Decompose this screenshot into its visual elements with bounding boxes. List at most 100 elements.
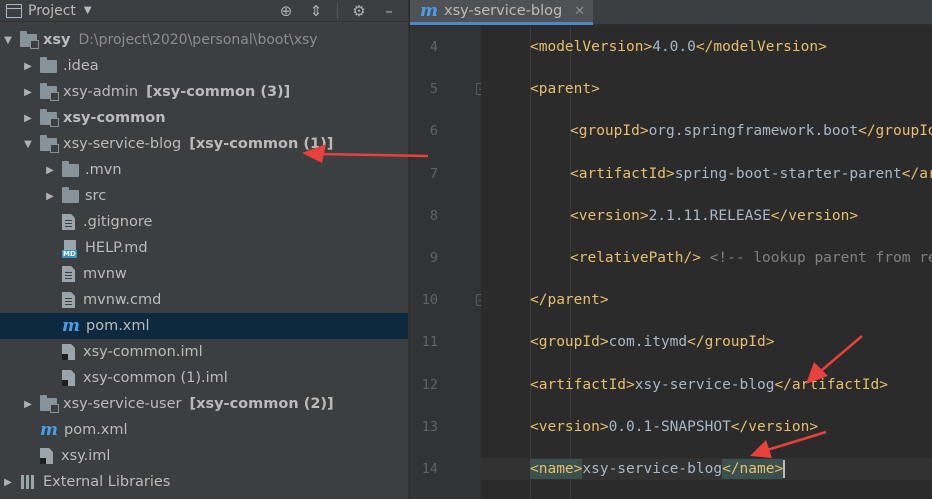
expand-right-icon[interactable]: ▶ bbox=[22, 113, 34, 124]
tree-item-label: src bbox=[85, 188, 107, 204]
expand-right-icon[interactable]: ▶ bbox=[2, 477, 14, 488]
toolbar-divider bbox=[337, 3, 338, 19]
iml-icon bbox=[62, 370, 75, 386]
code-area[interactable]: <modelVersion>4.0.0</modelVersion> <paren… bbox=[481, 26, 932, 499]
line-number: 11 bbox=[421, 334, 438, 351]
tree-item[interactable]: ▶ .idea bbox=[0, 53, 408, 79]
line-number-gutter: 4 5 6 7 8 9 10 11 12 13 14 bbox=[410, 26, 486, 499]
code-line[interactable]: <name>xsy-service-blog</name> bbox=[481, 458, 932, 480]
xml-tag: <relativePath/> bbox=[570, 250, 701, 266]
expand-right-icon[interactable]: ▶ bbox=[44, 165, 56, 176]
tree-item-label: External Libraries bbox=[43, 474, 171, 490]
close-icon[interactable]: ✕ bbox=[574, 4, 585, 19]
xml-text: spring-boot-starter-parent bbox=[674, 165, 902, 182]
tree-item[interactable]: ▶ xsy-admin [xsy-common (3)] bbox=[0, 79, 408, 105]
code-line[interactable]: <version>0.0.1-SNAPSHOT</version> bbox=[481, 416, 818, 438]
xml-tag: <modelVersion> bbox=[530, 39, 653, 55]
tree-item-label: mvnw.cmd bbox=[83, 292, 162, 308]
tree-item[interactable]: ▶mpom.xml bbox=[0, 313, 408, 339]
expand-right-icon[interactable]: ▶ bbox=[22, 87, 34, 98]
chevron-down-icon[interactable]: ▼ bbox=[84, 5, 92, 16]
xml-text: xsy-service-blog bbox=[634, 376, 775, 393]
expand-right-icon[interactable]: ▶ bbox=[22, 399, 34, 410]
collapse-all-icon[interactable]: ⇕ bbox=[307, 0, 325, 22]
tree-item[interactable]: ▼ xsy-service-blog [xsy-common (1)] bbox=[0, 131, 408, 157]
tree-item-label: xsy-admin bbox=[63, 84, 139, 100]
tree-item-module-badge: [xsy-common (1)] bbox=[189, 136, 334, 152]
tree-item[interactable]: ▶ .mvn bbox=[0, 157, 408, 183]
xml-tag: </modelVersion> bbox=[695, 39, 827, 55]
line-number: 12 bbox=[421, 376, 438, 393]
project-pane-icon bbox=[6, 3, 22, 18]
project-view-selector[interactable]: Project ▼ bbox=[0, 3, 92, 19]
project-title: Project bbox=[28, 2, 76, 19]
tree-item-label: .gitignore bbox=[83, 214, 153, 230]
folder-icon bbox=[62, 186, 79, 203]
tree-item[interactable]: ▶ External Libraries bbox=[0, 469, 408, 495]
expand-right-icon[interactable]: ▶ bbox=[44, 191, 56, 202]
expand-right-icon[interactable]: ▶ bbox=[22, 61, 34, 72]
xml-tag: </parent> bbox=[530, 292, 609, 309]
file-icon bbox=[62, 266, 75, 282]
tree-item[interactable]: ▶xsy-common.iml bbox=[0, 339, 408, 365]
editor-tab-xsy-service-blog[interactable]: m xsy-service-blog ✕ bbox=[410, 0, 593, 25]
tree-item-label: xsy-common (1).iml bbox=[83, 370, 228, 386]
line-number: 8 bbox=[429, 207, 438, 224]
code-line[interactable]: </parent> bbox=[481, 289, 609, 311]
tree-item-path: D:\project\2020\personal\boot\xsy bbox=[78, 32, 318, 48]
tab-label: xsy-service-blog bbox=[444, 3, 563, 19]
tree-item[interactable]: ▶.gitignore bbox=[0, 209, 408, 235]
tree-item[interactable]: ▶ xsy-common bbox=[0, 105, 408, 131]
code-line[interactable]: <relativePath/> <!-- lookup parent from … bbox=[481, 247, 932, 269]
code-line[interactable]: <artifactId>xsy-service-blog</artifactId… bbox=[481, 374, 888, 396]
line-number: 14 bbox=[421, 461, 438, 477]
xml-text: xsy-service-blog bbox=[582, 461, 723, 477]
tree-item[interactable]: ▶ src bbox=[0, 183, 408, 209]
xml-tag: </artifactId> bbox=[774, 376, 888, 393]
xml-tag: </groupId> bbox=[687, 334, 775, 351]
tree-item[interactable]: ▶HELP.md bbox=[0, 235, 408, 261]
tree-item-label: xsy-service-user bbox=[63, 396, 182, 412]
iml-icon bbox=[62, 344, 75, 360]
xml-tag: </name> bbox=[722, 459, 784, 479]
xml-tag: <groupId> bbox=[570, 123, 649, 140]
tree-item[interactable]: ▶mpom.xml bbox=[0, 417, 408, 443]
tree-item-label: xsy-common.iml bbox=[83, 344, 203, 360]
line-number: 10 bbox=[421, 292, 438, 309]
project-panel: Project ▼ ⊕ ⇕ ⚙ – ▼ xsy D:\project\2020\pe… bbox=[0, 0, 409, 499]
code-line[interactable]: <artifactId>spring-boot-starter-parent</… bbox=[481, 163, 932, 185]
tree-item-label: .idea bbox=[63, 58, 99, 74]
tree-item-label: mvnw bbox=[83, 266, 127, 282]
hide-icon[interactable]: – bbox=[380, 0, 398, 22]
tree-item[interactable]: ▼ xsy D:\project\2020\personal\boot\xsy bbox=[0, 27, 408, 53]
code-line[interactable]: <parent> bbox=[481, 78, 600, 100]
xml-tag: <artifactId> bbox=[570, 165, 675, 182]
tree-item[interactable]: ▶mvnw bbox=[0, 261, 408, 287]
xml-comment: <!-- lookup parent from repository --> bbox=[709, 250, 932, 266]
tree-item[interactable]: ▶xsy.iml bbox=[0, 443, 408, 469]
maven-icon: m bbox=[40, 420, 58, 440]
crosshair-icon[interactable]: ⊕ bbox=[277, 0, 295, 22]
code-line[interactable]: <modelVersion>4.0.0</modelVersion> bbox=[481, 36, 827, 58]
tree-item[interactable]: ▶xsy-common (1).iml bbox=[0, 365, 408, 391]
code-line[interactable]: <groupId>org.springframework.boot</group… bbox=[481, 120, 932, 142]
tree-item-label: HELP.md bbox=[85, 240, 148, 256]
tree-item-label: xsy-common bbox=[63, 110, 166, 126]
folder-icon bbox=[62, 160, 79, 177]
code-line[interactable]: <groupId>com.itymd</groupId> bbox=[481, 331, 774, 353]
expand-down-icon[interactable]: ▼ bbox=[2, 35, 14, 46]
lib-icon bbox=[20, 475, 37, 489]
xml-text: 2.1.11.RELEASE bbox=[648, 207, 771, 224]
tree-item[interactable]: ▶ xsy-service-user [xsy-common (2)] bbox=[0, 391, 408, 417]
tree-item[interactable]: ▶mvnw.cmd bbox=[0, 287, 408, 313]
module-icon bbox=[40, 82, 59, 101]
expand-down-icon[interactable]: ▼ bbox=[22, 139, 34, 150]
maven-icon: m bbox=[420, 1, 438, 21]
tree-item-label: .mvn bbox=[85, 162, 122, 178]
gear-icon[interactable]: ⚙ bbox=[350, 0, 368, 22]
line-number: 13 bbox=[421, 418, 438, 435]
code-line[interactable]: <version>2.1.11.RELEASE</version> bbox=[481, 205, 858, 227]
tree-item-label: xsy-service-blog bbox=[63, 136, 182, 152]
xml-tag: <name> bbox=[530, 459, 583, 479]
xml-tag: <version> bbox=[570, 207, 649, 224]
